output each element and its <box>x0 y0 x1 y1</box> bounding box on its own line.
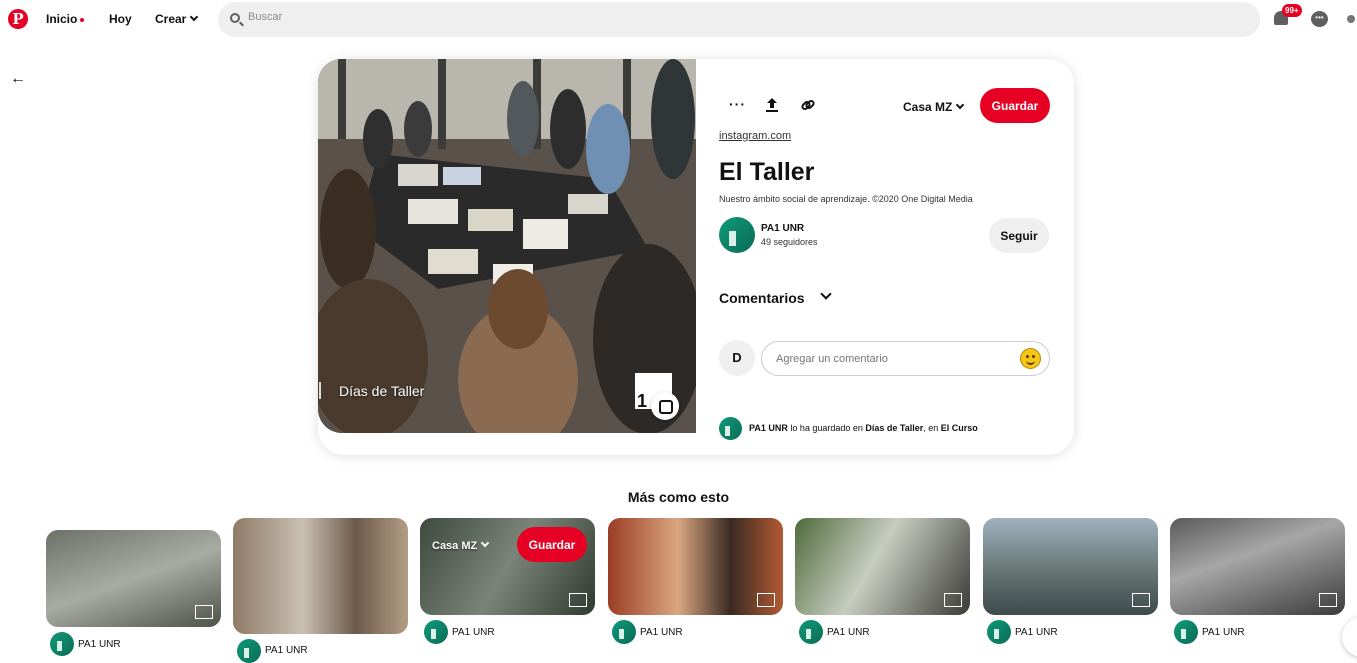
chevron-down-icon <box>956 100 965 110</box>
follow-button[interactable]: Seguir <box>989 218 1049 253</box>
home-dot-icon <box>80 17 85 22</box>
board-thumb <box>1132 593 1150 607</box>
related-pin-1[interactable] <box>46 530 221 627</box>
saved-by-name[interactable]: PA1 UNR <box>749 423 788 433</box>
tile-owner-name[interactable]: PA1 UNR <box>640 627 683 638</box>
owner-name[interactable]: PA1 UNR <box>761 223 804 234</box>
nav-home[interactable]: Inicio <box>46 12 85 26</box>
more-like-this-title: Más como esto <box>627 489 730 505</box>
nav-create-label: Crear <box>155 12 187 26</box>
board-thumb <box>757 593 775 607</box>
related-pin-6[interactable] <box>983 518 1158 615</box>
save-button[interactable]: Guardar <box>980 88 1050 123</box>
chevron-down-icon <box>481 538 490 548</box>
tile-owner-avatar[interactable] <box>237 639 261 663</box>
pinterest-logo-icon[interactable]: P <box>8 9 28 29</box>
related-pin-7[interactable] <box>1170 518 1345 615</box>
caption-divider <box>319 382 321 399</box>
tile-save-button[interactable]: Guardar <box>517 527 587 562</box>
board-thumb <box>1319 593 1337 607</box>
board-thumb-text: 1 <box>637 391 648 411</box>
tile-owner-avatar[interactable] <box>799 620 823 644</box>
board-thumb <box>195 605 213 619</box>
more-options-button[interactable]: ··· <box>729 96 746 112</box>
tile-owner-avatar[interactable] <box>424 620 448 644</box>
board-thumb <box>944 593 962 607</box>
board-select[interactable]: Casa MZ <box>903 100 965 114</box>
help-button[interactable] <box>1342 617 1357 657</box>
visual-search-icon[interactable] <box>651 392 679 420</box>
search-icon <box>230 13 240 23</box>
nav-create[interactable]: Crear <box>155 12 199 26</box>
tile-owner-name[interactable]: PA1 UNR <box>452 627 495 638</box>
tile-board-select-label: Casa MZ <box>432 540 478 552</box>
related-pin-5[interactable] <box>795 518 970 615</box>
related-pin-4[interactable] <box>608 518 783 615</box>
tile-owner-name[interactable]: PA1 UNR <box>1015 627 1058 638</box>
board-thumb <box>569 593 587 607</box>
tile-owner-avatar[interactable] <box>1174 620 1198 644</box>
emoji-icon[interactable] <box>1020 348 1041 369</box>
search-input[interactable] <box>248 11 1148 23</box>
related-pin-2[interactable] <box>233 518 408 634</box>
saved-by-line: PA1 UNR lo ha guardado en Días de Taller… <box>749 423 978 433</box>
share-icon[interactable] <box>764 97 780 113</box>
saved-by-avatar[interactable] <box>719 417 742 440</box>
owner-followers: 49 seguidores <box>761 237 818 247</box>
comments-title[interactable]: Comentarios <box>719 290 805 306</box>
board-caption: Días de Taller <box>339 383 425 399</box>
pin-title: El Taller <box>719 158 815 186</box>
owner-avatar[interactable] <box>719 217 755 253</box>
user-avatar: D <box>719 340 755 376</box>
tile-owner-avatar[interactable] <box>987 620 1011 644</box>
account-menu-icon[interactable] <box>1347 15 1355 23</box>
saved-text-1: lo ha guardado en <box>787 423 866 433</box>
source-link[interactable]: instagram.com <box>719 130 791 142</box>
tile-owner-name[interactable]: PA1 UNR <box>1202 627 1245 638</box>
comment-input[interactable] <box>761 341 1050 376</box>
tile-owner-name[interactable]: PA1 UNR <box>827 627 870 638</box>
tile-owner-avatar[interactable] <box>612 620 636 644</box>
tile-board-select[interactable]: Casa MZ <box>432 538 490 552</box>
back-arrow-icon[interactable]: ← <box>10 70 26 88</box>
link-icon[interactable] <box>800 97 816 113</box>
tile-owner-name[interactable]: PA1 UNR <box>265 645 308 656</box>
notifications-badge: 99+ <box>1282 4 1302 17</box>
search-bar[interactable] <box>218 2 1260 37</box>
pin-description: Nuestro ámbito social de aprendizaje. ©2… <box>719 194 973 204</box>
tile-owner-name[interactable]: PA1 UNR <box>78 639 121 650</box>
saved-text-2: , en <box>923 423 941 433</box>
board-select-label: Casa MZ <box>903 100 953 114</box>
nav-today[interactable]: Hoy <box>109 12 132 26</box>
nav-home-label: Inicio <box>46 12 78 26</box>
messages-icon[interactable]: ••• <box>1311 11 1328 27</box>
tile-owner-avatar[interactable] <box>50 632 74 656</box>
top-nav: P Inicio Hoy Crear 99+ ••• <box>0 0 1357 40</box>
saved-section-link[interactable]: El Curso <box>941 423 978 433</box>
chevron-down-icon <box>190 12 199 22</box>
saved-board-link[interactable]: Días de Taller <box>865 423 923 433</box>
